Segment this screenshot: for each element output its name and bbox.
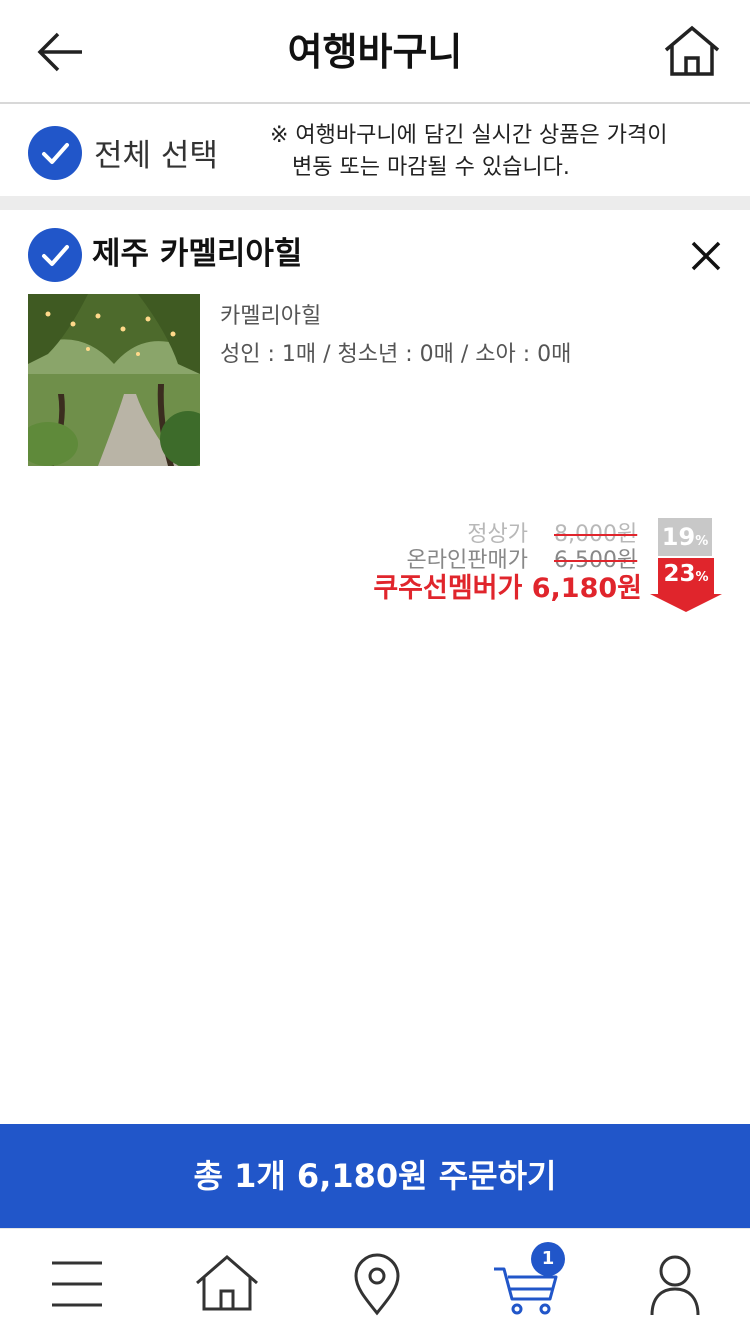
select-all-checkbox[interactable]: [28, 126, 82, 180]
discount-red-value: 23: [663, 561, 696, 587]
select-all-label[interactable]: 전체 선택: [94, 130, 218, 175]
menu-icon[interactable]: [42, 1249, 112, 1319]
item-checkbox[interactable]: [28, 228, 82, 282]
user-icon[interactable]: [640, 1249, 710, 1319]
checkmark-icon: [42, 143, 69, 164]
notice-line-1: ※ 여행바구니에 담긴 실시간 상품은 가격이: [270, 123, 668, 148]
product-subtitle: 카멜리아힐: [220, 304, 322, 329]
percent-sign: %: [695, 534, 709, 549]
location-pin-icon[interactable]: [342, 1249, 412, 1319]
cart-count-badge: 1: [531, 1242, 565, 1276]
home-icon[interactable]: [660, 24, 724, 80]
close-icon[interactable]: [684, 234, 728, 278]
home-icon[interactable]: [192, 1249, 262, 1319]
checkmark-icon: [42, 245, 69, 266]
discount-badge-red: 23%: [658, 561, 714, 587]
order-button[interactable]: 총 1개 6,180원 주문하기: [0, 1124, 750, 1228]
select-all-row: 전체 선택 ※ 여행바구니에 담긴 실시간 상품은 가격이 변동 또는 마감될 …: [0, 106, 750, 196]
section-divider: [0, 196, 750, 210]
member-price: 쿠주선멤버가 6,180원: [373, 573, 642, 604]
discount-badge-grey: 19%: [658, 518, 712, 556]
product-name[interactable]: 제주 카멜리아힐: [92, 228, 302, 273]
garden-path-photo: [28, 294, 200, 466]
bottom-navigation: [0, 1228, 750, 1334]
app-header: 여행바구니: [0, 0, 750, 104]
back-arrow-icon[interactable]: [30, 26, 90, 78]
ticket-quantity: 성인 : 1매 / 청소년 : 0매 / 소아 : 0매: [220, 342, 572, 367]
percent-sign: %: [695, 570, 709, 585]
notice-line-2: 변동 또는 마감될 수 있습니다.: [292, 155, 570, 180]
page-title: 여행바구니: [287, 30, 463, 74]
discount-grey-value: 19: [661, 523, 696, 551]
price-change-notice: ※ 여행바구니에 담긴 실시간 상품은 가격이 변동 또는 마감될 수 있습니다…: [270, 120, 740, 184]
product-thumbnail[interactable]: [28, 294, 200, 466]
